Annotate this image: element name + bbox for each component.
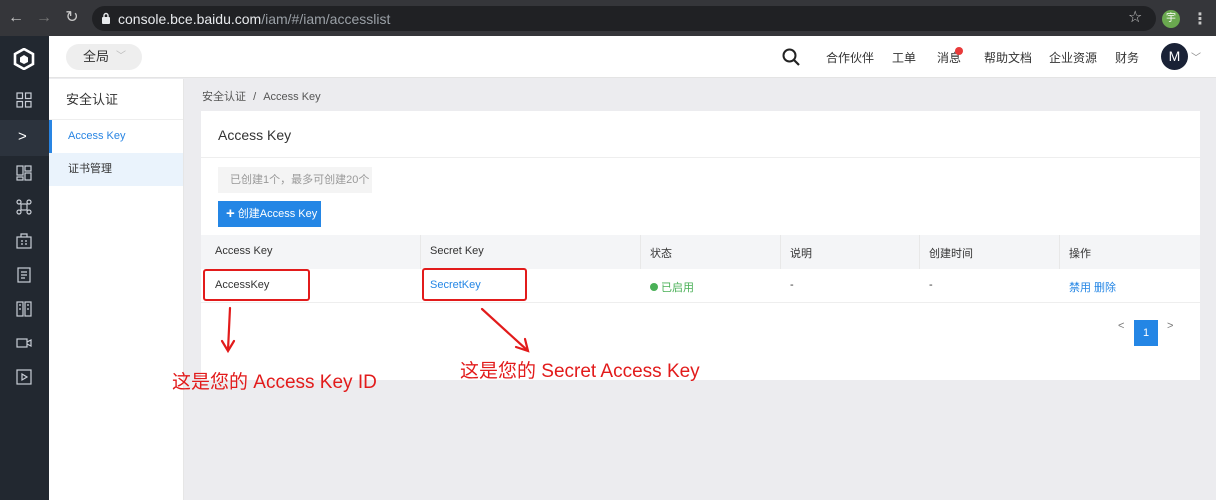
access-key-annotation: 这是您的 Access Key ID [172, 372, 377, 393]
annotation-arrows [220, 306, 530, 354]
secret-key-arrow [480, 307, 529, 352]
secret-key-annotation: 这是您的 Secret Access Key [460, 361, 700, 382]
access-key-arrow [226, 306, 232, 352]
